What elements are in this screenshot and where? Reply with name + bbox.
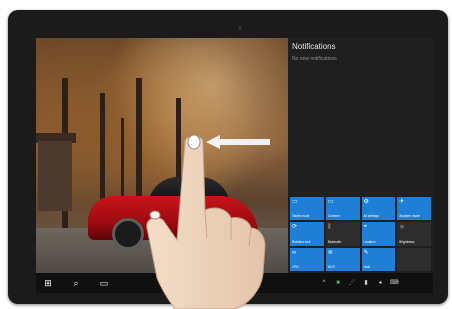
quick-action-airplane-mode[interactable]: ✈ Airplane mode [397, 197, 431, 221]
vpn-icon: ∞ [292, 249, 297, 256]
app-tray-icon[interactable]: ■ [334, 278, 342, 288]
quick-action-connect[interactable]: ▭ Connect [325, 197, 360, 221]
connect-icon: ▭ [327, 199, 334, 205]
camera [238, 26, 242, 30]
airplane-icon: ✈ [399, 199, 405, 205]
search-icon[interactable]: ⌕ [70, 277, 82, 289]
quick-action-label: Location [363, 239, 376, 244]
quick-action-label: Brightness [399, 239, 415, 244]
quick-actions-grid: ▭ Tablet mode ▭ Connect ⚙ All settings ✈… [288, 195, 433, 273]
keyboard-icon[interactable]: ⌨ [390, 278, 399, 288]
quick-action-rotation-lock[interactable]: ⟳ Rotation lock [290, 222, 324, 246]
quick-action-brightness[interactable]: ☼ Brightness [397, 222, 431, 246]
windows-start-icon[interactable]: ⊞ [42, 277, 54, 289]
bluetooth-icon: ᛒ [327, 224, 332, 231]
rotation-lock-icon: ⟳ [292, 224, 298, 231]
tablet-icon: ▭ [292, 199, 298, 205]
chevron-up-icon[interactable]: ^ [320, 278, 328, 288]
quick-action-label: Rotation lock [292, 239, 311, 244]
note-icon: ✎ [363, 249, 369, 256]
action-center-pane[interactable]: Notifications No new notifications ▭ Tab… [288, 38, 433, 293]
quick-action-label: VPN [292, 265, 299, 269]
quick-action-label: Tablet mode [292, 214, 310, 219]
quick-action-label: Airplane mode [399, 214, 420, 219]
wifi-icon: ≋ [327, 249, 333, 256]
quick-action-location[interactable]: ⌖ Location [361, 222, 396, 246]
location-icon: ⌖ [363, 224, 367, 231]
quick-action-label: Note [363, 265, 371, 269]
quick-action-empty [397, 247, 431, 271]
quick-action-bluetooth[interactable]: ᛒ Bluetooth [325, 222, 360, 246]
settings-icon: ⚙ [363, 199, 369, 205]
quick-action-label: Wi-Fi [327, 265, 336, 269]
quick-action-note[interactable]: ✎ Note [361, 247, 396, 271]
network-icon[interactable]: ⋰ [348, 278, 356, 288]
quick-action-wifi[interactable]: ≋ Wi-Fi [325, 247, 360, 271]
quick-action-label: Connect [327, 214, 340, 219]
battery-icon[interactable]: ▮ [362, 278, 370, 288]
quick-action-vpn[interactable]: ∞ VPN [290, 247, 324, 271]
quick-action-label: All settings [363, 214, 379, 219]
quick-action-tablet-mode[interactable]: ▭ Tablet mode [290, 197, 324, 221]
volume-icon[interactable]: ◂ [376, 278, 384, 288]
quick-action-label: Bluetooth [327, 239, 342, 244]
brightness-icon: ☼ [399, 224, 405, 231]
quick-action-all-settings[interactable]: ⚙ All settings [361, 197, 396, 221]
task-view-icon[interactable]: ▭ [98, 277, 110, 289]
notifications-title: Notifications [292, 42, 336, 51]
hand-swipe-gesture [146, 134, 266, 309]
notifications-empty-text: No new notifications [292, 56, 337, 62]
